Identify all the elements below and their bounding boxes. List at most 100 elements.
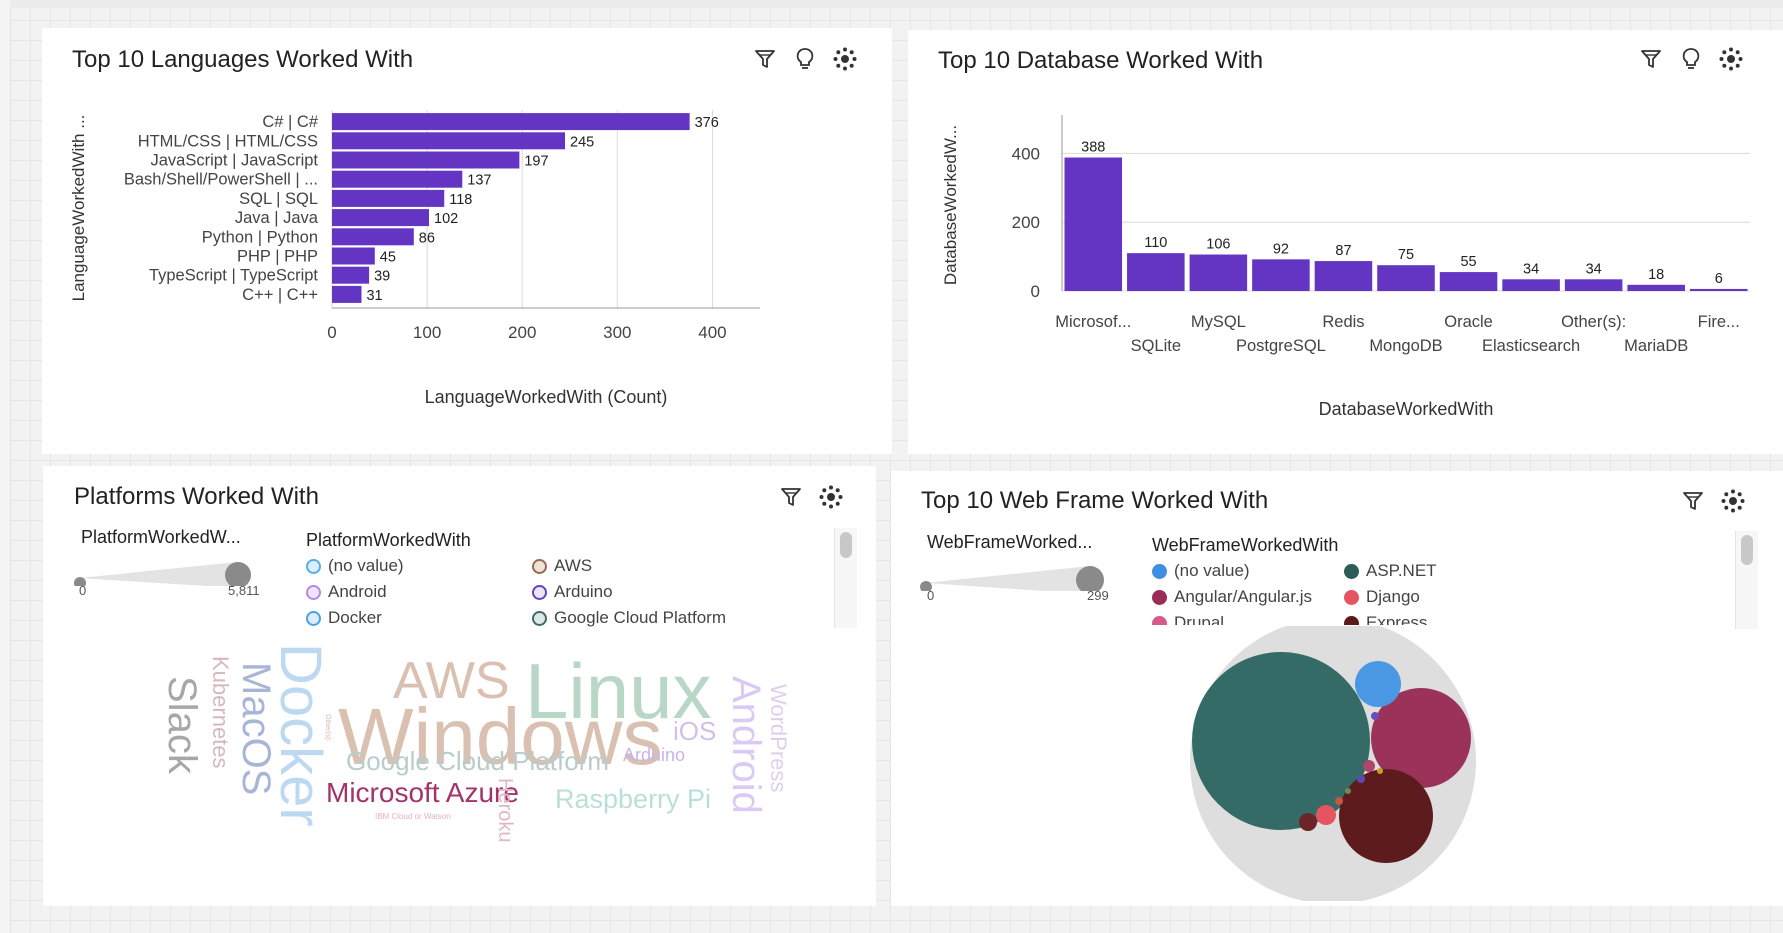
word-arduino[interactable]: Arduino [623,745,685,765]
y-tick-label: Bash/Shell/PowerShell | ... [124,171,318,189]
bubble-small[interactable] [1335,797,1343,805]
panel-toolbar [1680,488,1746,514]
bubble-django[interactable] [1316,805,1336,825]
legend-item[interactable]: (no value) [1152,561,1250,581]
databases-panel[interactable]: Top 10 Database Worked With 0 200 400 388 Mi… [908,30,1783,454]
word-heroku[interactable]: Heroku [494,778,516,842]
settings-icon[interactable] [1720,488,1746,514]
data-label: 34 [1586,261,1602,277]
web-frameworks-panel[interactable]: Top 10 Web Frame Worked With WebFrameWor… [891,471,1783,906]
data-label: 376 [695,115,719,131]
legend-item[interactable]: Django [1344,587,1420,607]
data-label: 39 [374,269,390,285]
bar [332,285,362,303]
bar [332,266,370,284]
word-ibm-cloud[interactable]: IBM Cloud or Watson [375,812,451,821]
bar [1064,157,1123,291]
legend-item[interactable]: Arduino [532,582,613,602]
word-kubernetes[interactable]: Kubernetes [208,656,233,769]
x-tick-label: 100 [413,323,441,342]
word-macos[interactable]: MacOS [234,662,278,795]
platforms-panel[interactable]: Platforms Worked With PlatformWorkedW...… [43,466,876,906]
dashboard-top-strip [10,0,1783,8]
legend-swatch [1344,563,1359,579]
x-tick-label: 0 [327,323,336,342]
bar [1189,254,1248,291]
data-label: 106 [1206,237,1230,253]
y-tick-label: C++ | C++ [242,286,318,304]
bubble-drupal[interactable] [1299,813,1317,831]
x-tick-label: Elasticsearch [1482,337,1580,355]
x-tick-label: MariaDB [1624,337,1688,355]
color-legend-title: WebFrameWorkedWith [1152,535,1339,555]
y-tick-label: 200 [1012,213,1040,232]
bubble-small[interactable] [1363,760,1375,772]
x-axis-title: LanguageWorkedWith (Count) [425,387,668,407]
legend-swatch [306,558,321,574]
filter-icon[interactable] [778,484,804,510]
bubble-small[interactable] [1345,788,1351,794]
y-tick-label: JavaScript | JavaScript [150,152,318,170]
size-legend-min: 0 [927,588,935,603]
legend-item[interactable]: (no value) [306,556,404,576]
legend-item[interactable]: Angular/Angular.js [1152,587,1312,607]
scrollbar-thumb[interactable] [840,532,852,558]
languages-bar-chart[interactable]: 0 100 200 300 400 C# | C# 376 HTML/CSS | HTML/C… [42,28,892,454]
databases-bar-chart[interactable]: 0 200 400 388 Microsof... 110 SQLite 106 MySQL 92… [908,30,1783,454]
legend-swatch [1344,615,1359,625]
data-label: 137 [467,173,491,189]
y-tick-label: HTML/CSS | HTML/CSS [138,132,318,150]
legend-swatch [532,610,547,626]
bar [1627,284,1685,291]
bubble-small[interactable] [1371,712,1379,720]
settings-icon[interactable] [818,484,844,510]
legend-item[interactable]: Android [306,582,387,602]
bar [1502,279,1560,291]
data-label: 31 [366,288,382,304]
legend-item[interactable]: Drupal [1152,613,1224,625]
platforms-word-cloud[interactable]: Linux Windows AWS Docker MacOS Slack Kub… [43,634,876,894]
legend-scrollbar[interactable] [834,528,857,628]
bubble-small[interactable] [1357,775,1365,783]
x-tick-label: 400 [698,323,726,342]
data-label: 197 [524,154,548,170]
word-microsoft-azure[interactable]: Microsoft Azure [326,777,519,808]
word-android[interactable]: Android [724,676,768,814]
word-others[interactable]: Other(s): [324,714,331,742]
x-tick-label: SQLite [1131,337,1181,355]
legend-swatch [1152,589,1167,605]
filter-icon[interactable] [1680,488,1706,514]
word-aws[interactable]: AWS [393,652,510,710]
legend-swatch [306,584,321,600]
bubble-small[interactable] [1377,768,1383,774]
word-slack[interactable]: Slack [160,676,204,775]
word-wordpress[interactable]: WordPress [766,684,791,792]
y-axis-title: LanguageWorkedWith ... [69,115,88,302]
data-label: 6 [1715,271,1723,287]
bubble-no-value[interactable] [1355,661,1401,707]
legend-item[interactable]: AWS [532,556,592,576]
legend-swatch [532,584,547,600]
bubble-express[interactable] [1339,769,1433,863]
legend-item[interactable]: Google Cloud Platform [532,608,726,628]
bar [1314,261,1373,291]
legend-item[interactable]: Docker [306,608,382,628]
bar [332,170,463,188]
languages-panel[interactable]: Top 10 Languages Worked With 0 100 200 300 4… [42,28,892,454]
web-frameworks-bubble-chart[interactable] [891,626,1783,901]
bar [332,247,375,265]
word-google-cloud-platform[interactable]: Google Cloud Platform [346,746,609,776]
scrollbar-thumb[interactable] [1741,535,1753,565]
x-tick-label: PostgreSQL [1236,337,1326,355]
y-tick-label: TypeScript | TypeScript [149,267,318,285]
legend-item[interactable]: Express [1344,613,1427,625]
bar [332,209,430,227]
legend-item-label: Drupal [1174,613,1225,625]
legend-scrollbar[interactable] [1735,531,1758,629]
bar [332,189,445,207]
x-tick-label: MySQL [1191,313,1246,331]
legend-item[interactable]: ASP.NET [1344,561,1437,581]
data-label: 18 [1648,267,1664,283]
word-ios[interactable]: iOS [673,716,716,746]
word-raspberry-pi[interactable]: Raspberry Pi [555,784,711,814]
